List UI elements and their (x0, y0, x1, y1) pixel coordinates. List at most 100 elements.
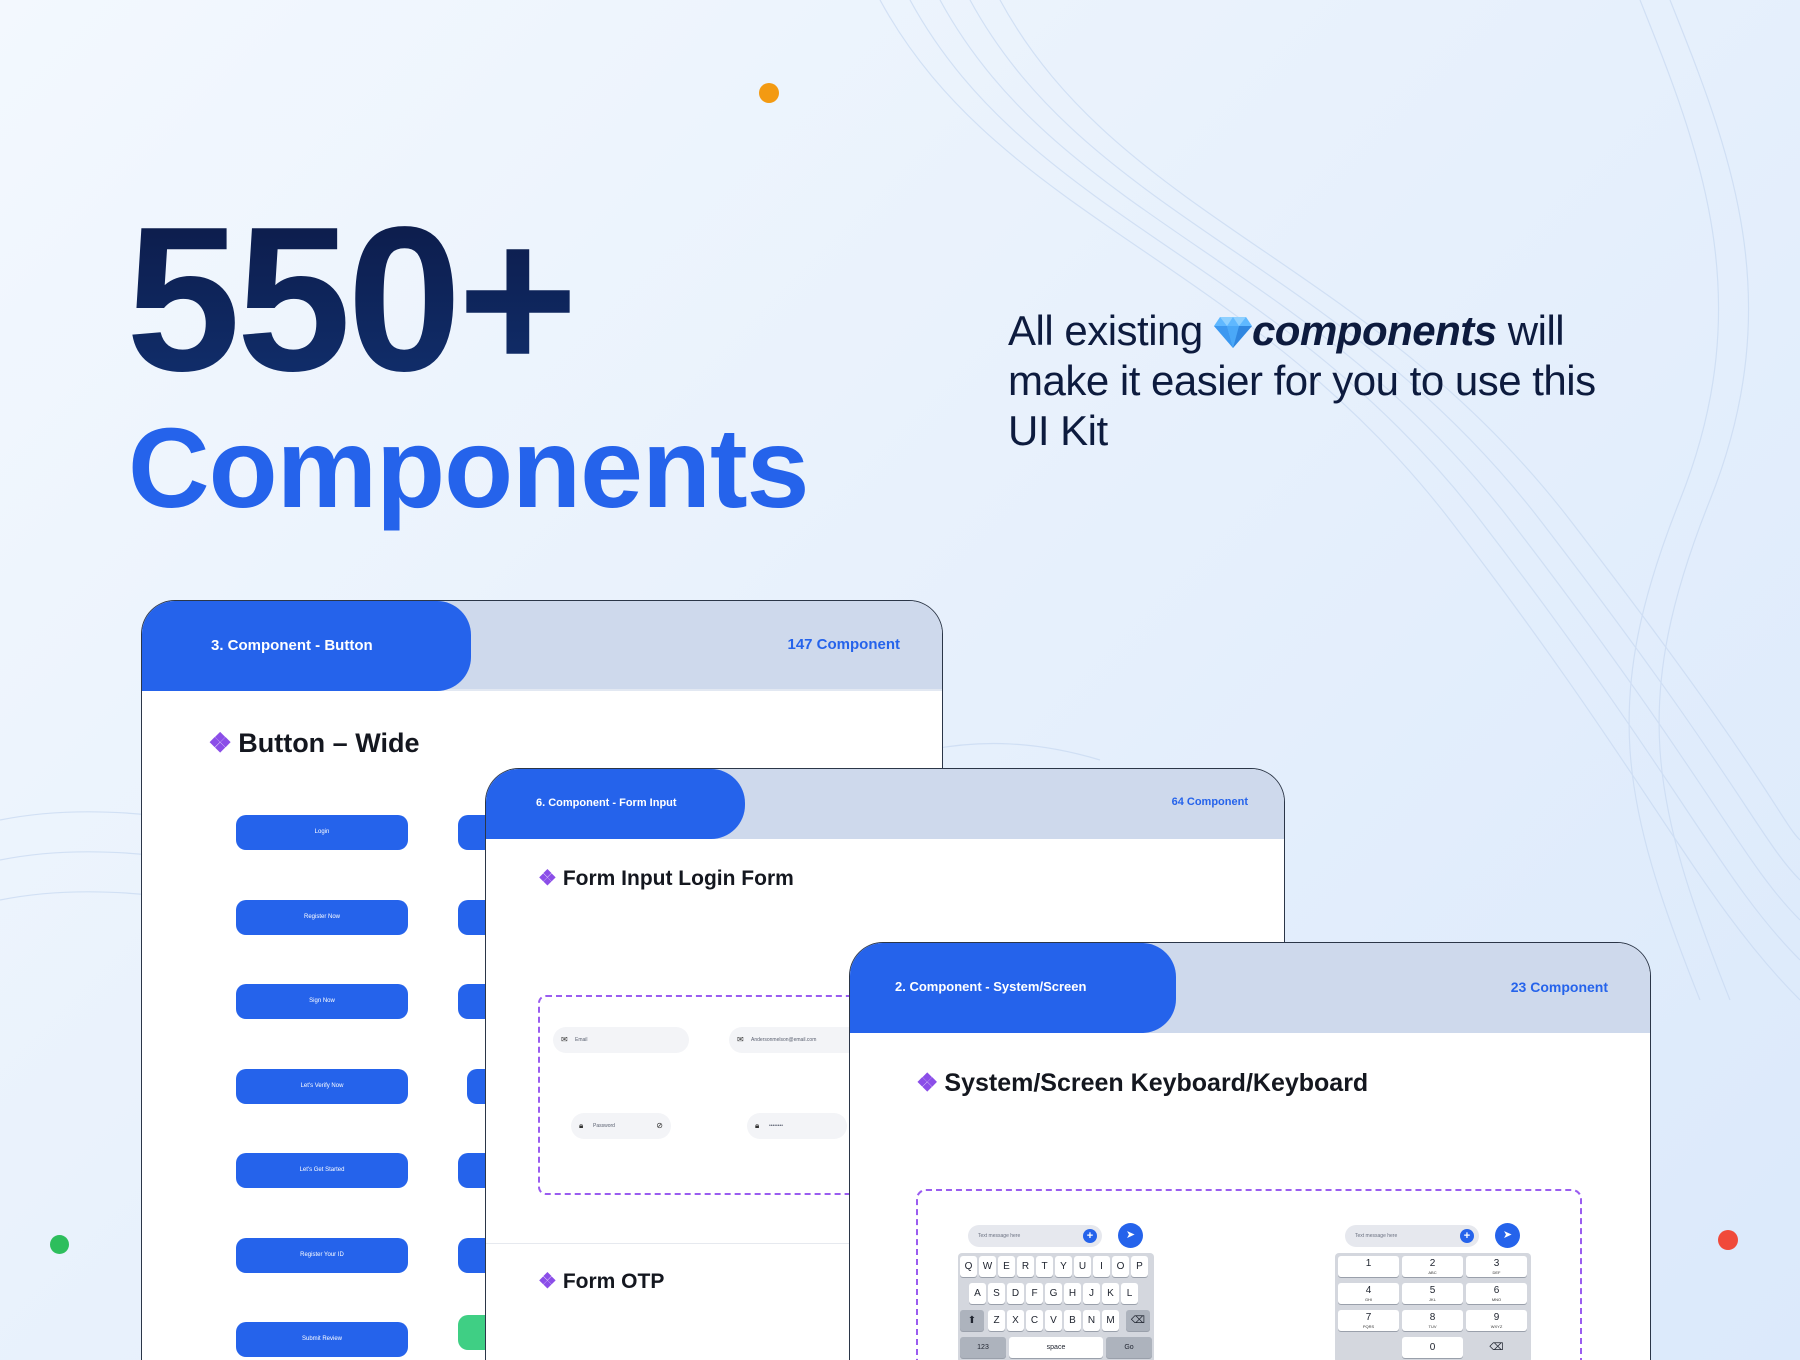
go-key[interactable]: Go (1106, 1337, 1152, 1358)
num-letters: JKL (1429, 1297, 1436, 1302)
key[interactable]: A (969, 1283, 986, 1304)
num-digit: 6 (1493, 1285, 1500, 1296)
key[interactable]: N (1083, 1310, 1100, 1331)
tab-component-system-screen[interactable]: 2. Component - System/Screen (850, 943, 1176, 1033)
num-key-6[interactable]: 6 MNO (1466, 1283, 1527, 1304)
key[interactable]: U (1074, 1256, 1091, 1277)
key[interactable]: O (1112, 1256, 1129, 1277)
component-count: 64 Component (1171, 796, 1248, 808)
section-title: ❖ Form Input Login Form (538, 866, 794, 891)
email-field-filled[interactable]: ✉ Andersonmelson@email.com (729, 1027, 865, 1053)
num-key-8[interactable]: 8 TUV (1402, 1310, 1463, 1331)
login-button[interactable]: Login (236, 815, 408, 850)
key[interactable]: F (1026, 1283, 1043, 1304)
key[interactable]: S (988, 1283, 1005, 1304)
password-field[interactable]: 🔒︎ Password ⊘ (571, 1113, 671, 1139)
key[interactable]: L (1121, 1283, 1138, 1304)
tab-label: 3. Component - Button (211, 637, 373, 654)
component-diamond-icon: ❖ (208, 728, 233, 758)
send-icon[interactable]: ➤ (1495, 1223, 1520, 1248)
mail-icon: ✉ (737, 1035, 744, 1044)
key[interactable]: I (1093, 1256, 1110, 1277)
key[interactable]: P (1131, 1256, 1148, 1277)
plus-icon[interactable]: + (1460, 1229, 1474, 1243)
backspace-icon[interactable]: ⌫ (1466, 1337, 1527, 1358)
section-title: ❖ Form OTP (538, 1269, 664, 1294)
key[interactable]: T (1036, 1256, 1053, 1277)
num-key-7[interactable]: 7 PQRS (1338, 1310, 1399, 1331)
tab-component-button[interactable]: 3. Component - Button (142, 601, 471, 691)
key[interactable]: X (1007, 1310, 1024, 1331)
section-title: ❖ System/Screen Keyboard/Keyboard (916, 1068, 1368, 1098)
diamond-gem-icon (1213, 317, 1252, 348)
password-value: •••••••• (769, 1123, 784, 1129)
tagline-emphasis: components (1251, 307, 1497, 354)
key[interactable]: D (1007, 1283, 1024, 1304)
register-now-button[interactable]: Register Now (236, 900, 408, 935)
num-digit: 5 (1429, 1285, 1436, 1296)
key[interactable]: M (1102, 1310, 1119, 1331)
key[interactable]: R (1017, 1256, 1034, 1277)
num-key-9[interactable]: 9 WXYZ (1466, 1310, 1527, 1331)
key[interactable]: V (1045, 1310, 1062, 1331)
section-title-text: Form OTP (562, 1270, 665, 1293)
component-diamond-icon: ❖ (538, 867, 557, 890)
message-input[interactable]: Text message here (968, 1225, 1102, 1247)
component-diamond-icon: ❖ (538, 1270, 557, 1293)
num-key-2[interactable]: 2 ABC (1402, 1256, 1463, 1277)
send-icon[interactable]: ➤ (1118, 1223, 1143, 1248)
register-your-id-button[interactable]: Register Your ID (236, 1238, 408, 1273)
hero-count: 550+ (126, 184, 578, 414)
key[interactable]: G (1045, 1283, 1062, 1304)
key[interactable]: H (1064, 1283, 1081, 1304)
plus-icon[interactable]: + (1083, 1229, 1097, 1243)
shift-icon[interactable]: ⬆ (960, 1310, 984, 1331)
section-title-text: System/Screen Keyboard/Keyboard (944, 1069, 1369, 1097)
num-key-3[interactable]: 3 DEF (1466, 1256, 1527, 1277)
message-input[interactable]: Text message here (1345, 1225, 1479, 1247)
key[interactable]: Q (960, 1256, 977, 1277)
key[interactable]: B (1064, 1310, 1081, 1331)
key[interactable]: W (979, 1256, 996, 1277)
num-letters: WXYZ (1490, 1324, 1503, 1329)
mail-icon: ✉ (561, 1035, 568, 1044)
num-key-0[interactable]: 0 (1402, 1337, 1463, 1358)
tab-label: 2. Component - System/Screen (895, 979, 1087, 994)
backspace-icon[interactable]: ⌫ (1126, 1310, 1150, 1331)
space-key[interactable]: space (1009, 1337, 1103, 1358)
system-screen-component-card: 2. Component - System/Screen 23 Componen… (849, 942, 1651, 1360)
key[interactable]: K (1102, 1283, 1119, 1304)
submit-review-button[interactable]: Submit Review (236, 1322, 408, 1357)
num-key-5[interactable]: 5 JKL (1402, 1283, 1463, 1304)
card-header: 3. Component - Button 147 Component (142, 601, 942, 691)
num-digit: 9 (1493, 1312, 1500, 1323)
numpad-keys: 1 2 ABC 3 DEF 4 GHI 5 JKL 6 MNO 7 PQRS 8 TUV 9W… (1335, 1253, 1531, 1360)
key[interactable]: Z (988, 1310, 1005, 1331)
key[interactable]: E (998, 1256, 1015, 1277)
lets-get-started-button[interactable]: Let's Get Started (236, 1153, 408, 1188)
num-letters: PQRS (1362, 1324, 1375, 1329)
num-key-1[interactable]: 1 (1338, 1256, 1399, 1277)
key[interactable]: Y (1055, 1256, 1072, 1277)
key[interactable]: C (1026, 1310, 1043, 1331)
password-field-filled[interactable]: 🔒︎ •••••••• (747, 1113, 847, 1139)
eye-off-icon[interactable]: ⊘ (656, 1113, 663, 1139)
decor-dot-red (1718, 1230, 1738, 1250)
num-key-4[interactable]: 4 GHI (1338, 1283, 1399, 1304)
num-digit: 7 (1365, 1312, 1372, 1323)
num-letters: GHI (1364, 1297, 1373, 1302)
num-digit: 8 (1429, 1312, 1436, 1323)
sign-now-button[interactable]: Sign Now (236, 984, 408, 1019)
key[interactable]: J (1083, 1283, 1100, 1304)
message-placeholder: Text message here (1355, 1233, 1398, 1239)
hero-title: Components (128, 405, 810, 531)
tab-label: 6. Component - Form Input (536, 797, 677, 809)
decor-dot-orange (759, 83, 779, 103)
numeric-keyboard: Text message here + ➤ 1 2 ABC 3 DEF 4 GHI 5… (1335, 1223, 1531, 1360)
email-field[interactable]: ✉ Email (553, 1027, 689, 1053)
lock-icon: 🔒︎ (579, 1121, 584, 1130)
tab-component-form-input[interactable]: 6. Component - Form Input (486, 769, 745, 839)
num-letters: ABC (1428, 1270, 1437, 1275)
lets-verify-now-button[interactable]: Let's Verify Now (236, 1069, 408, 1104)
key-123[interactable]: 123 (960, 1337, 1006, 1358)
